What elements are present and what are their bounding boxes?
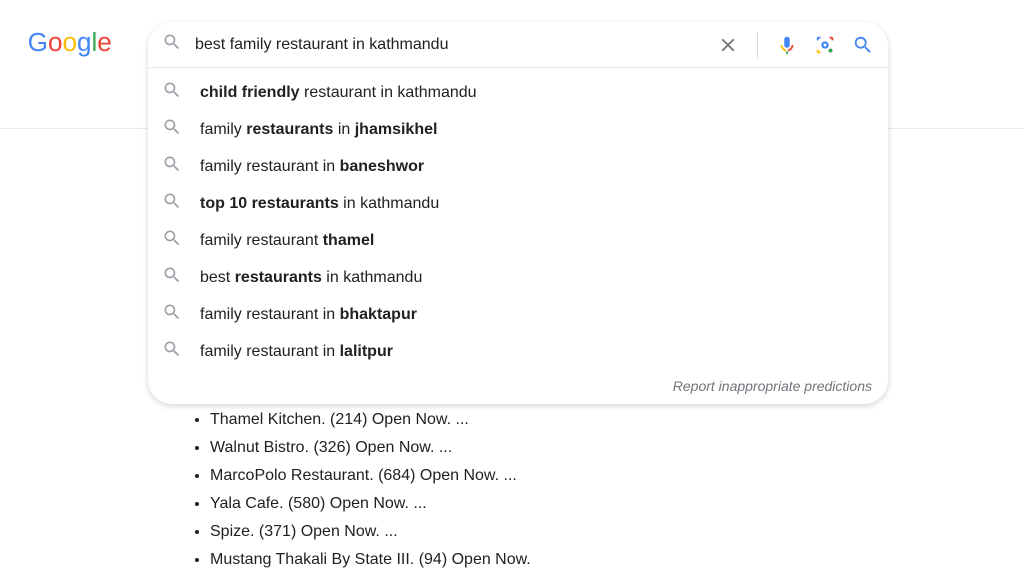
search-icon	[162, 154, 182, 179]
suggestion-text: family restaurant in baneshwor	[200, 156, 424, 178]
suggestion-text: child friendly restaurant in kathmandu	[200, 82, 477, 104]
result-item: Thamel Kitchen. (214) Open Now. ...	[210, 406, 880, 434]
google-logo[interactable]: Google	[26, 28, 118, 58]
suggestion-text: family restaurant thamel	[200, 230, 374, 252]
lens-search-icon[interactable]	[814, 34, 836, 56]
clear-icon[interactable]	[717, 34, 739, 56]
header: Google	[0, 0, 1024, 404]
vertical-divider	[757, 32, 758, 58]
suggestion-text: top 10 restaurants in kathmandu	[200, 193, 439, 215]
suggestion-item[interactable]: best restaurants in kathmandu	[148, 259, 888, 296]
search-icon	[162, 339, 182, 364]
suggestion-item[interactable]: family restaurant in bhaktapur	[148, 296, 888, 333]
svg-text:Google: Google	[28, 28, 112, 57]
suggestion-item[interactable]: top 10 restaurants in kathmandu	[148, 185, 888, 222]
result-item: Mustang Thakali By State III. (94) Open …	[210, 546, 880, 574]
search-icon	[162, 32, 182, 57]
search-icon	[162, 228, 182, 253]
search-input[interactable]	[195, 36, 717, 54]
search-icon	[162, 117, 182, 142]
suggestion-text: family restaurant in lalitpur	[200, 341, 393, 363]
result-item: MarcoPolo Restaurant. (684) Open Now. ..…	[210, 462, 880, 490]
suggestion-item[interactable]: family restaurant thamel	[148, 222, 888, 259]
suggestion-text: family restaurant in bhaktapur	[200, 304, 417, 326]
search-icon	[162, 191, 182, 216]
suggestion-text: family restaurants in jhamsikhel	[200, 119, 437, 141]
search-bar-actions	[717, 32, 874, 58]
search-bar	[148, 22, 888, 68]
suggestion-text: best restaurants in kathmandu	[200, 267, 422, 289]
suggestions-list: child friendly restaurant in kathmandu fa…	[148, 68, 888, 370]
search-button[interactable]	[852, 34, 874, 56]
search-icon	[162, 265, 182, 290]
search-dropdown-container: child friendly restaurant in kathmandu fa…	[148, 22, 888, 404]
voice-search-icon[interactable]	[776, 34, 798, 56]
suggestion-item[interactable]: child friendly restaurant in kathmandu	[148, 74, 888, 111]
suggestion-item[interactable]: family restaurants in jhamsikhel	[148, 111, 888, 148]
report-predictions-link[interactable]: Report inappropriate predictions	[148, 370, 888, 404]
search-icon	[162, 80, 182, 105]
suggestion-item[interactable]: family restaurant in lalitpur	[148, 333, 888, 370]
suggestion-item[interactable]: family restaurant in baneshwor	[148, 148, 888, 185]
result-item: Spize. (371) Open Now. ...	[210, 518, 880, 546]
search-icon	[162, 302, 182, 327]
result-item: Walnut Bistro. (326) Open Now. ...	[210, 434, 880, 462]
result-item: Yala Cafe. (580) Open Now. ...	[210, 490, 880, 518]
